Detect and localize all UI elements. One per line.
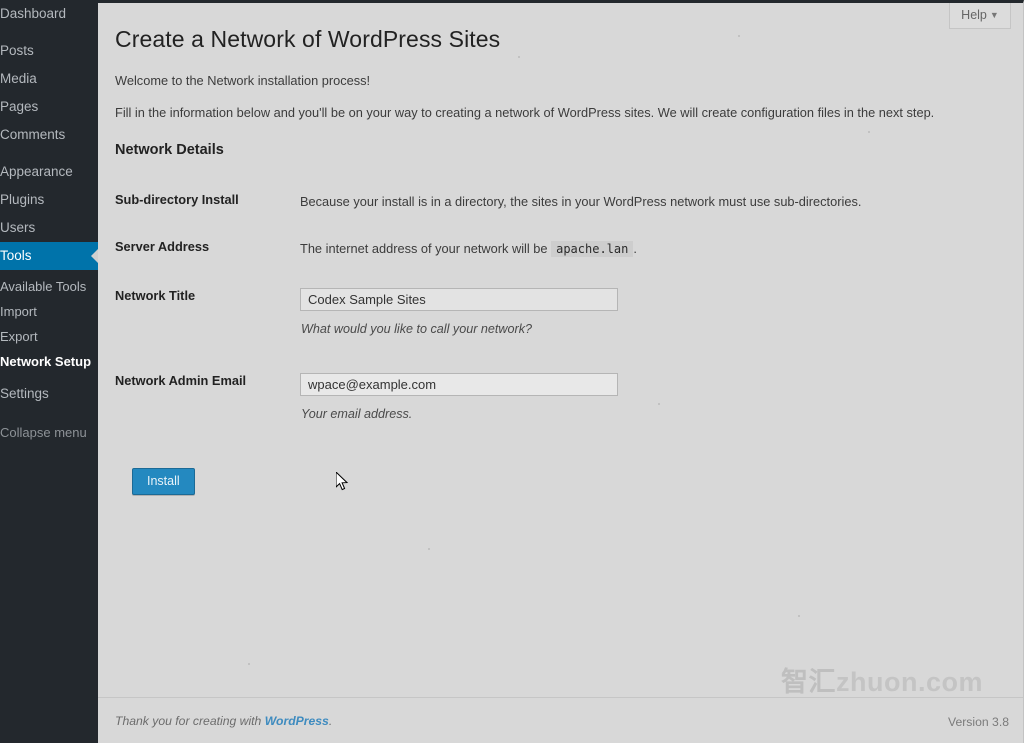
sidebar-item-pages[interactable]: Pages	[0, 93, 98, 121]
label-subdirectory-install: Sub-directory Install	[115, 192, 239, 208]
hint-network-title: What would you like to call your network…	[301, 321, 532, 336]
chevron-down-icon: ▼	[989, 10, 999, 21]
network-title-input[interactable]	[300, 287, 618, 311]
form-row-network-title: Network Title What would you like to cal…	[115, 271, 975, 356]
submenu-item-label: Network Setup	[0, 354, 92, 369]
submenu-item-label: Export	[0, 329, 38, 344]
submenu-item-export[interactable]: Export	[0, 324, 98, 349]
scan-speck	[518, 56, 520, 58]
submenu-item-network-setup[interactable]: Network Setup	[0, 349, 98, 374]
sidebar-item-plugins[interactable]: Plugins	[0, 186, 98, 214]
intro-paragraph-2: Fill in the information below and you'll…	[115, 105, 935, 121]
help-label: Help	[961, 8, 987, 22]
scan-speck	[658, 403, 660, 405]
submenu-item-available-tools[interactable]: Available Tools	[0, 274, 98, 299]
field-network-title: What would you like to call your network…	[300, 271, 975, 356]
menu-separator	[0, 149, 98, 158]
form-row-subdirectory-install: Sub-directory Install Because your insta…	[115, 176, 975, 223]
server-address-text-after: .	[633, 241, 637, 257]
scan-speck	[248, 663, 250, 665]
install-button[interactable]: Install	[132, 468, 195, 496]
sidebar-item-label: Tools	[0, 248, 32, 263]
scan-speck	[868, 131, 870, 133]
form-row-admin-email: Network Admin Email Your email address.	[115, 356, 975, 441]
network-details-form: Sub-directory Install Because your insta…	[115, 176, 975, 440]
server-address-code: apache.lan	[551, 241, 634, 258]
admin-content-area: Help ▼ Create a Network of WordPress Site…	[98, 0, 1024, 743]
sidebar-item-label: Comments	[0, 127, 66, 142]
scan-speck	[738, 35, 740, 37]
browser-screenshot: Dashboard Posts Media Pages Comments App…	[0, 0, 1024, 743]
admin-footer: Thank you for creating with WordPress. V…	[98, 697, 1023, 743]
value-server-address: The internet address of your network wil…	[300, 223, 975, 270]
submenu-item-label: Available Tools	[0, 279, 87, 294]
footer-thanks-before: Thank you for creating with	[115, 714, 265, 728]
page-title: Create a Network of WordPress Sites	[115, 26, 501, 52]
sidebar-item-tools[interactable]: Tools	[0, 242, 98, 270]
sidebar-item-label: Media	[0, 71, 37, 86]
label-admin-email: Network Admin Email	[115, 372, 247, 388]
sidebar-item-label: Appearance	[0, 164, 73, 179]
sidebar-item-label: Pages	[0, 99, 39, 114]
submenu-item-import[interactable]: Import	[0, 299, 98, 324]
scan-speck	[798, 615, 800, 617]
wordpress-link[interactable]: WordPress	[265, 714, 329, 728]
sidebar-item-label: Plugins	[0, 192, 45, 207]
scan-speck	[308, 199, 310, 201]
collapse-menu-button[interactable]: Collapse menu	[0, 420, 98, 446]
admin-menu-list: Dashboard Posts Media Pages Comments App…	[0, 0, 98, 446]
label-network-title: Network Title	[115, 287, 196, 303]
watermark-latin: zhuon.com	[836, 667, 983, 697]
label-server-address: Server Address	[115, 239, 210, 255]
admin-email-input[interactable]	[300, 372, 618, 396]
field-admin-email: Your email address.	[300, 356, 975, 441]
sidebar-item-label: Dashboard	[0, 6, 67, 21]
server-address-text-before: The internet address of your network wil…	[300, 241, 548, 257]
sidebar-item-settings[interactable]: Settings	[0, 380, 98, 408]
section-title-network-details: Network Details	[115, 142, 224, 159]
admin-sidebar: Dashboard Posts Media Pages Comments App…	[0, 0, 98, 743]
hint-admin-email: Your email address.	[301, 406, 413, 421]
tools-submenu: Available Tools Import Export Network Se…	[0, 270, 98, 380]
submenu-item-label: Import	[0, 304, 37, 319]
collapse-menu-label: Collapse menu	[0, 425, 87, 440]
watermark-cjk: 智汇	[781, 667, 836, 698]
value-subdirectory-install: Because your install is in a directory, …	[300, 194, 862, 210]
sidebar-item-posts[interactable]: Posts	[0, 37, 98, 65]
sidebar-item-media[interactable]: Media	[0, 65, 98, 93]
sidebar-item-appearance[interactable]: Appearance	[0, 158, 98, 186]
sidebar-item-label: Settings	[0, 386, 49, 401]
sidebar-item-users[interactable]: Users	[0, 214, 98, 242]
footer-version: Version 3.8	[948, 715, 1009, 729]
sidebar-item-label: Posts	[0, 43, 34, 58]
submit-area: Install	[132, 468, 1023, 496]
intro-paragraph-1: Welcome to the Network installation proc…	[115, 72, 371, 88]
content-wrap: Create a Network of WordPress Sites Welc…	[98, 3, 1023, 496]
footer-thanks: Thank you for creating with WordPress.	[115, 714, 332, 728]
scan-speck	[428, 548, 430, 550]
footer-thanks-after: .	[328, 714, 333, 728]
menu-separator	[0, 28, 98, 37]
current-menu-arrow-icon	[91, 248, 98, 264]
site-watermark: 智汇zhuon.com	[781, 660, 983, 699]
help-tab-button[interactable]: Help ▼	[949, 3, 1011, 29]
sidebar-item-label: Users	[0, 220, 36, 235]
sidebar-item-dashboard[interactable]: Dashboard	[0, 0, 98, 28]
form-row-server-address: Server Address The internet address of y…	[115, 223, 975, 270]
sidebar-item-comments[interactable]: Comments	[0, 121, 98, 149]
